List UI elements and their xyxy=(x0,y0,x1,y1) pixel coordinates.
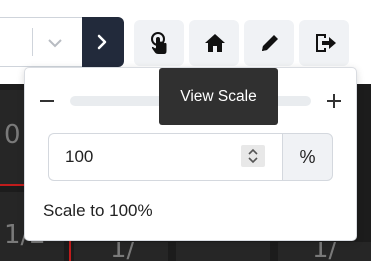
app-stage: 0 1/2 1/ 1/ xyxy=(0,0,371,261)
canvas-cell: 1/ xyxy=(74,242,168,261)
sign-out-icon xyxy=(316,34,336,52)
up-down-arrows-icon xyxy=(248,148,258,164)
exit-button[interactable] xyxy=(299,20,349,66)
view-scale-button[interactable] xyxy=(134,20,184,66)
canvas-cell xyxy=(176,242,270,261)
home-button[interactable] xyxy=(189,20,239,66)
home-icon xyxy=(205,34,225,52)
pencil-icon xyxy=(262,35,278,51)
pointer-hand-icon xyxy=(151,32,167,54)
next-button[interactable] xyxy=(82,17,124,67)
zoom-in-icon[interactable] xyxy=(327,94,341,108)
edit-button[interactable] xyxy=(244,20,294,66)
scale-to-100-link[interactable]: Scale to 100% xyxy=(43,201,153,221)
zoom-input-group: % xyxy=(48,133,333,181)
zoom-out-icon[interactable] xyxy=(40,100,54,102)
chevron-down-icon xyxy=(48,39,62,48)
percent-suffix: % xyxy=(282,133,333,181)
select-separator xyxy=(32,28,33,56)
number-spinner[interactable] xyxy=(241,145,265,167)
canvas-label: 0 xyxy=(4,120,21,150)
canvas-cell: 0 xyxy=(0,90,24,185)
canvas-cell: 1/ xyxy=(278,242,371,261)
view-scale-tooltip: View Scale xyxy=(159,68,278,125)
measure-select[interactable] xyxy=(0,17,82,67)
chevron-right-icon xyxy=(97,34,107,50)
canvas-label: 1/ xyxy=(312,242,338,261)
canvas-label: 1/ xyxy=(110,242,136,261)
